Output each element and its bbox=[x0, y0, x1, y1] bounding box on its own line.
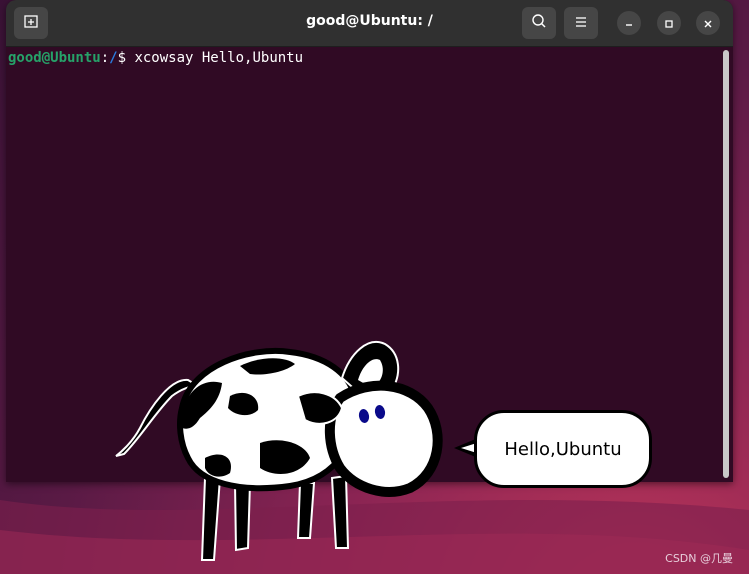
maximize-button[interactable] bbox=[657, 11, 681, 35]
speech-bubble-text: Hello,Ubuntu bbox=[504, 438, 622, 460]
search-icon bbox=[531, 13, 547, 33]
watermark: CSDN @几曼 bbox=[665, 552, 733, 565]
maximize-icon bbox=[664, 14, 674, 33]
titlebar: good@Ubuntu: / bbox=[6, 0, 733, 47]
speech-bubble[interactable]: Hello,Ubuntu bbox=[474, 410, 652, 488]
search-button[interactable] bbox=[522, 7, 556, 39]
close-icon bbox=[703, 14, 713, 33]
menu-button[interactable] bbox=[564, 7, 598, 39]
prompt-path: / bbox=[109, 50, 118, 66]
cow-image[interactable] bbox=[110, 338, 450, 568]
close-button[interactable] bbox=[696, 11, 720, 35]
prompt-user: good@Ubuntu bbox=[8, 50, 101, 66]
minimize-button[interactable] bbox=[617, 11, 641, 35]
prompt-separator: : bbox=[100, 50, 110, 66]
command-text: xcowsay Hello,Ubuntu bbox=[134, 50, 304, 66]
minimize-icon bbox=[624, 14, 634, 33]
prompt-symbol: $ bbox=[117, 50, 135, 66]
prompt-line: good@Ubuntu:/$ xcowsay Hello,Ubuntu bbox=[8, 50, 303, 66]
hamburger-menu-icon bbox=[574, 14, 588, 33]
scrollbar[interactable] bbox=[723, 50, 729, 478]
